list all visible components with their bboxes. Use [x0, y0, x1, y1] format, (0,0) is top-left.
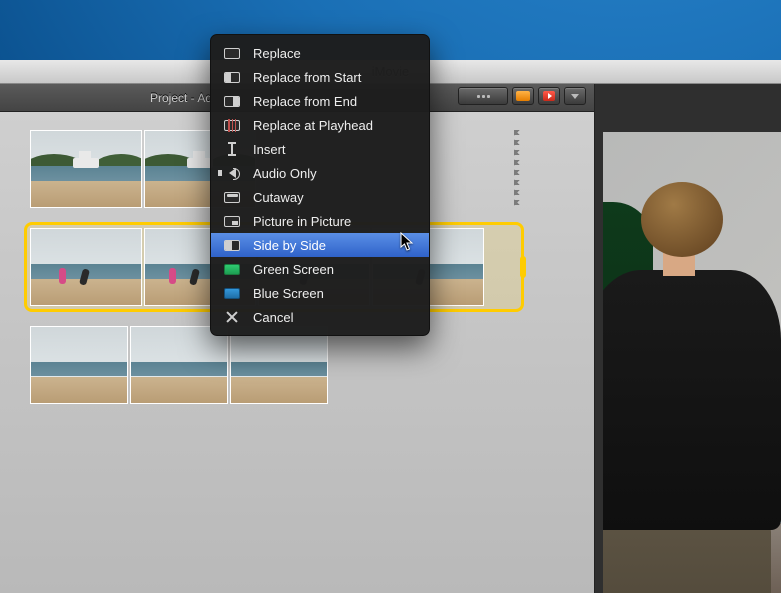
- preview-person-main: [611, 192, 781, 593]
- speaker-icon: [223, 166, 241, 180]
- menu-item-label: Green Screen: [253, 262, 334, 277]
- marker-red-button[interactable]: [538, 87, 560, 105]
- menu-item-label: Blue Screen: [253, 286, 324, 301]
- panel-toolbar: [458, 87, 586, 105]
- replace-icon: [223, 46, 241, 60]
- clip-thumb[interactable]: [30, 326, 128, 404]
- clip-thumb[interactable]: [30, 130, 142, 208]
- menu-item-label: Side by Side: [253, 238, 326, 253]
- clip-continues-icon: [514, 130, 528, 208]
- menu-item-replace-from-end[interactable]: Replace from End: [211, 89, 429, 113]
- menu-item-label: Cutaway: [253, 190, 304, 205]
- menu-item-audio-only[interactable]: Audio Only: [211, 161, 429, 185]
- dropdown-button[interactable]: [564, 87, 586, 105]
- menu-item-label: Replace from Start: [253, 70, 361, 85]
- menu-item-replace[interactable]: Replace: [211, 41, 429, 65]
- clip-drop-menu: Replace Replace from Start Replace from …: [210, 34, 430, 336]
- project-panel: Project - Ad: [0, 84, 595, 593]
- menu-item-label: Replace at Playhead: [253, 118, 373, 133]
- project-label: Project - Ad: [150, 91, 212, 105]
- menu-item-picture-in-picture[interactable]: Picture in Picture: [211, 209, 429, 233]
- clip-thumb[interactable]: [230, 326, 328, 404]
- replace-end-icon: [223, 94, 241, 108]
- menu-item-label: Cancel: [253, 310, 293, 325]
- cancel-icon: [223, 310, 241, 324]
- insert-icon: [223, 142, 241, 156]
- chevron-down-icon: [571, 94, 579, 99]
- clip-thumb[interactable]: [130, 326, 228, 404]
- menu-item-label: Audio Only: [253, 166, 317, 181]
- menu-item-replace-at-playhead[interactable]: Replace at Playhead: [211, 113, 429, 137]
- pip-icon: [223, 214, 241, 228]
- menu-item-cancel[interactable]: Cancel: [211, 305, 429, 329]
- green-screen-icon: [223, 262, 241, 276]
- menu-item-label: Insert: [253, 142, 286, 157]
- clip-thumb[interactable]: [30, 228, 142, 306]
- blue-screen-icon: [223, 286, 241, 300]
- clip-row-3[interactable]: [30, 326, 330, 404]
- menu-item-replace-from-start[interactable]: Replace from Start: [211, 65, 429, 89]
- menu-item-side-by-side[interactable]: Side by Side: [211, 233, 429, 257]
- view-toggle-button[interactable]: [458, 87, 508, 105]
- menu-item-cutaway[interactable]: Cutaway: [211, 185, 429, 209]
- menu-item-blue-screen[interactable]: Blue Screen: [211, 281, 429, 305]
- preview-panel: [595, 84, 781, 593]
- marker-orange-button[interactable]: [512, 87, 534, 105]
- menu-item-green-screen[interactable]: Green Screen: [211, 257, 429, 281]
- app-body: Project - Ad: [0, 84, 781, 593]
- replace-playhead-icon: [223, 118, 241, 132]
- preview-viewport[interactable]: [603, 132, 781, 593]
- cutaway-icon: [223, 190, 241, 204]
- menu-item-insert[interactable]: Insert: [211, 137, 429, 161]
- menu-item-label: Replace: [253, 46, 301, 61]
- replace-start-icon: [223, 70, 241, 84]
- menu-item-label: Picture in Picture: [253, 214, 351, 229]
- side-by-side-icon: [223, 238, 241, 252]
- menu-item-label: Replace from End: [253, 94, 357, 109]
- mouse-cursor-icon: [400, 232, 414, 252]
